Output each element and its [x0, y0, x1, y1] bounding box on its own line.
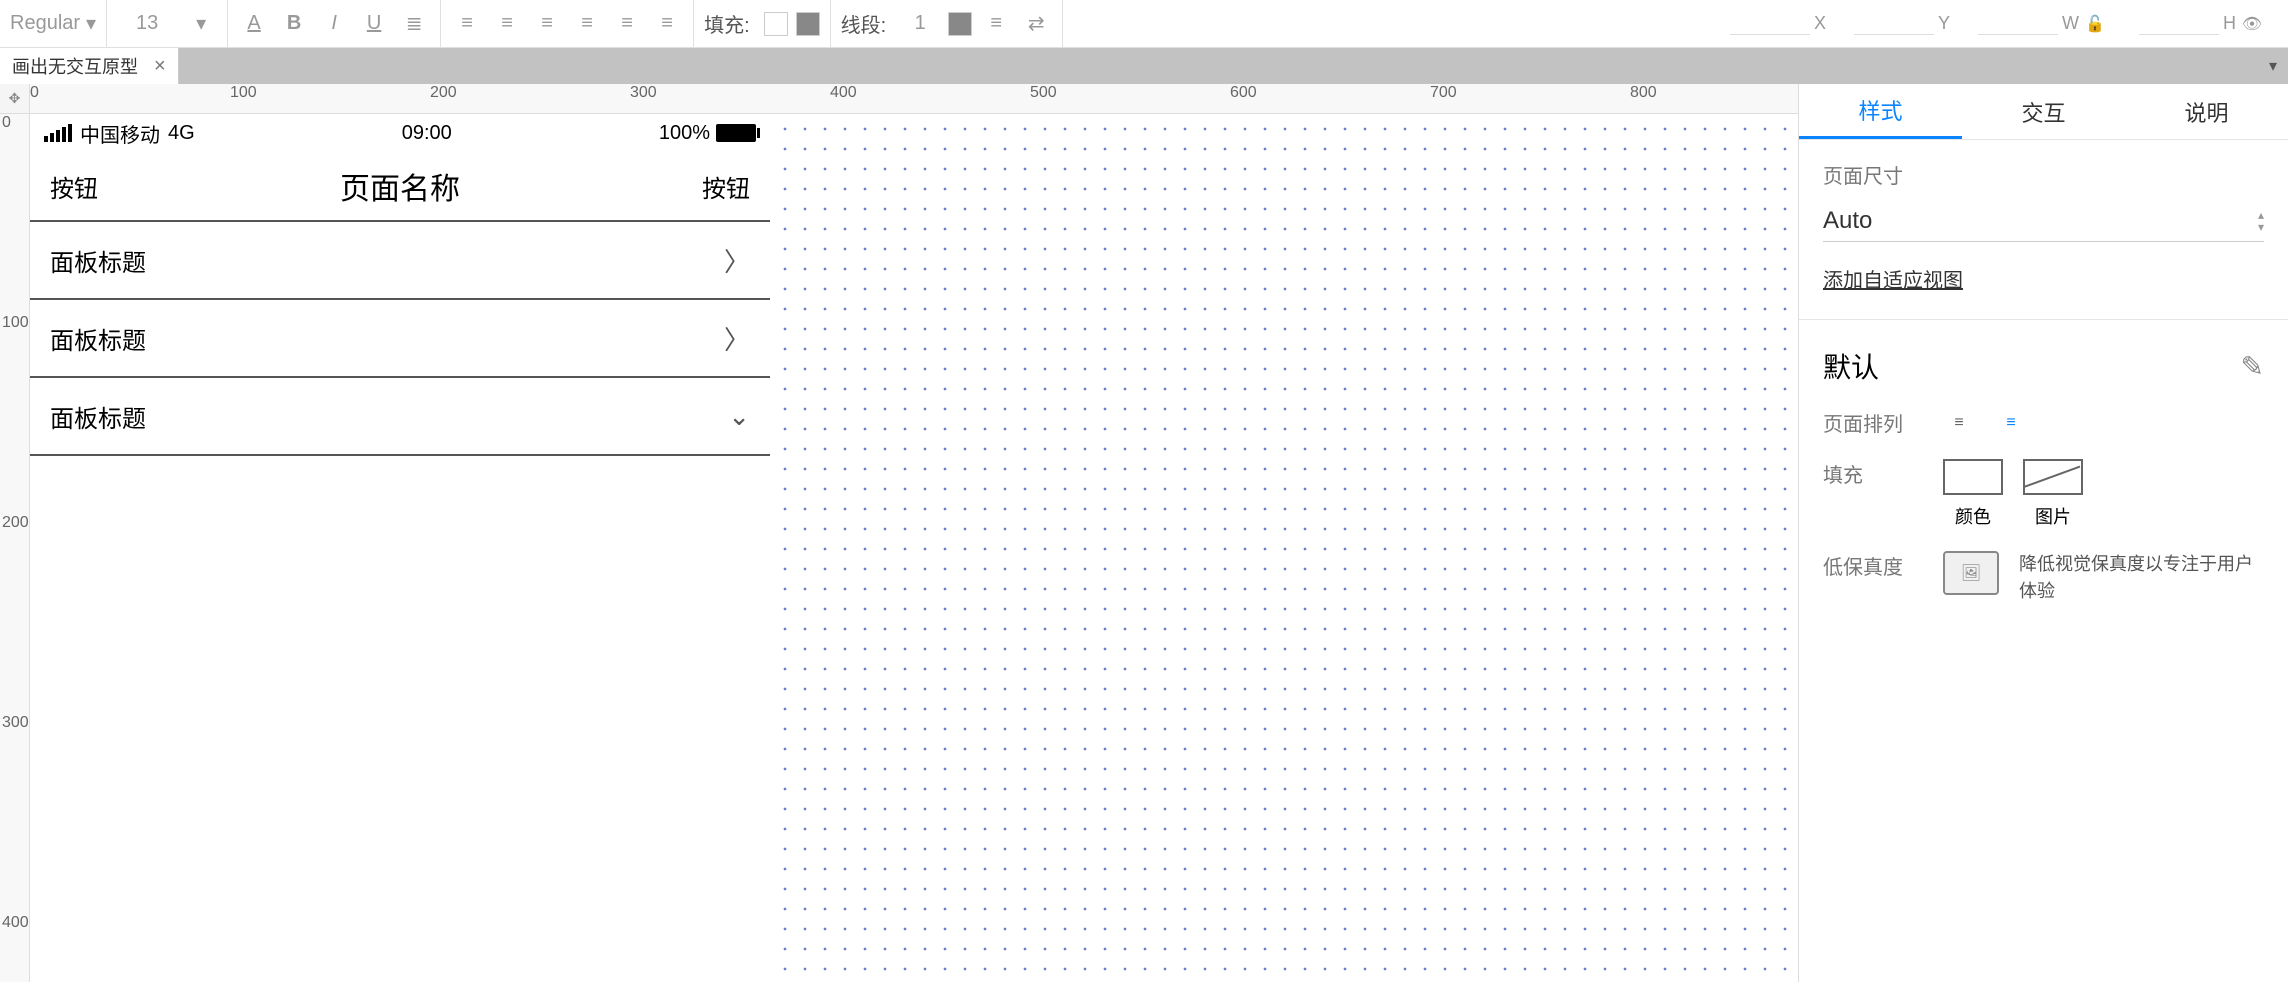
pos-x-label: X [1814, 13, 1826, 34]
canvas-area[interactable]: ✥ 0100200300400500600700800 010020030040… [0, 84, 1798, 982]
edit-icon[interactable]: ✎ [2241, 350, 2264, 383]
grid-dots [770, 114, 1798, 982]
line-color-swatch[interactable] [948, 12, 972, 36]
signal-icon [44, 124, 72, 142]
fill-color-swatch[interactable] [796, 12, 820, 36]
font-style-value: Regular [10, 12, 80, 35]
panel-row[interactable]: 面板标题 〉 [30, 222, 770, 300]
tabs-dropdown-icon[interactable]: ▾ [2258, 48, 2288, 84]
ruler-horizontal[interactable]: 0100200300400500600700800 [30, 84, 1798, 114]
pos-y-label: Y [1938, 13, 1950, 34]
carrier-label: 中国移动 [80, 119, 160, 148]
pos-w-input[interactable] [1978, 13, 2058, 35]
align-center-icon[interactable]: ≡ [491, 8, 523, 40]
pos-h-label: H [2223, 13, 2236, 34]
nav-right-button[interactable]: 按钮 [702, 169, 750, 204]
text-color-icon[interactable]: A [238, 8, 270, 40]
dropdown-icon: ▾ [86, 11, 96, 36]
dropdown-icon[interactable]: ▾ [185, 8, 217, 40]
close-icon[interactable]: × [154, 55, 166, 78]
inspector-tabs: 样式 交互 说明 [1799, 84, 2288, 140]
tab-style[interactable]: 样式 [1799, 84, 1962, 139]
underline-icon[interactable]: U [358, 8, 390, 40]
nav-left-button[interactable]: 按钮 [50, 169, 98, 204]
fill-section-label: 填充 [1823, 459, 1923, 488]
page-size-value: Auto [1823, 207, 1872, 235]
format-toolbar: Regular ▾ ▾ A B I U ≣ ≡ ≡ ≡ ≡ ≡ ≡ 填充: 线段… [0, 0, 2288, 48]
battery-icon [716, 124, 756, 142]
status-bar: 中国移动 4G 09:00 100% [30, 114, 770, 152]
align-page-left-icon[interactable]: ≡ [1995, 409, 2027, 437]
panel-title: 面板标题 [50, 321, 146, 356]
nav-bar: 按钮 页面名称 按钮 [30, 152, 770, 222]
panel-title: 面板标题 [50, 243, 146, 278]
font-size-input[interactable] [117, 12, 177, 35]
pos-w-label: W [2062, 13, 2079, 34]
line-width-input[interactable] [900, 12, 940, 35]
network-label: 4G [168, 122, 195, 145]
font-style-select[interactable]: Regular ▾ [10, 11, 96, 36]
pos-h-input[interactable] [2139, 13, 2219, 35]
fill-none-swatch[interactable] [764, 12, 788, 36]
panel-row[interactable]: 面板标题 ⌄ [30, 378, 770, 456]
page-size-label: 页面尺寸 [1823, 160, 2264, 189]
align-bottom-icon[interactable]: ≡ [651, 8, 683, 40]
tab-label: 画出无交互原型 [12, 53, 138, 79]
panel-row[interactable]: 面板标题 〉 [30, 300, 770, 378]
default-heading: 默认 ✎ [1823, 346, 2264, 386]
stepper-icon: ▴▾ [2258, 209, 2264, 233]
line-arrow-icon[interactable]: ⇄ [1020, 8, 1052, 40]
battery-pct: 100% [659, 122, 710, 145]
align-page-center-icon[interactable]: ≡ [1943, 409, 1975, 437]
pos-x-input[interactable] [1730, 13, 1810, 35]
page-title: 页面名称 [340, 164, 460, 208]
align-top-icon[interactable]: ≡ [571, 8, 603, 40]
page-tab-active[interactable]: 画出无交互原型 × [0, 48, 179, 84]
lock-icon[interactable]: 🔓 [2079, 8, 2111, 40]
align-right-icon[interactable]: ≡ [531, 8, 563, 40]
lofi-description: 降低视觉保真度以专注于用户体验 [2019, 551, 2264, 605]
align-left-icon[interactable]: ≡ [451, 8, 483, 40]
chevron-right-icon: 〉 [724, 320, 750, 357]
line-style-icon[interactable]: ≡ [980, 8, 1012, 40]
page-tabs: 画出无交互原型 × ▾ [0, 48, 2288, 84]
page-size-select[interactable]: Auto ▴▾ [1823, 201, 2264, 242]
chevron-down-icon: ⌄ [728, 401, 750, 432]
page-align-label: 页面排列 [1823, 408, 1923, 437]
lofi-image-icon[interactable]: 🖼 [1943, 551, 1999, 595]
bold-icon[interactable]: B [278, 8, 310, 40]
ruler-origin-icon[interactable]: ✥ [0, 84, 30, 114]
fill-image-option[interactable]: 图片 [2023, 459, 2083, 529]
canvas[interactable]: 中国移动 4G 09:00 100% 按钮 页面名称 按钮 面板标题〉面板标题〉… [30, 114, 1798, 982]
add-adaptive-link[interactable]: 添加自适应视图 [1823, 264, 1963, 293]
italic-icon[interactable]: I [318, 8, 350, 40]
bullet-list-icon[interactable]: ≣ [398, 8, 430, 40]
chevron-right-icon: 〉 [724, 242, 750, 279]
inspector-panel: 样式 交互 说明 页面尺寸 Auto ▴▾ 添加自适应视图 默认 ✎ 页面排列 … [1798, 84, 2288, 982]
panel-title: 面板标题 [50, 399, 146, 434]
visibility-icon[interactable]: 👁 [2236, 8, 2268, 40]
pos-y-input[interactable] [1854, 13, 1934, 35]
fill-color-option[interactable]: 颜色 [1943, 459, 2003, 529]
tab-notes[interactable]: 说明 [2125, 84, 2288, 139]
ruler-vertical[interactable]: 0100200300400 [0, 114, 30, 982]
fill-label: 填充: [704, 9, 750, 38]
lofi-label: 低保真度 [1823, 551, 1923, 580]
phone-mockup[interactable]: 中国移动 4G 09:00 100% 按钮 页面名称 按钮 面板标题〉面板标题〉… [30, 114, 770, 456]
time-label: 09:00 [402, 122, 452, 145]
tab-interactions[interactable]: 交互 [1962, 84, 2125, 139]
line-label: 线段: [841, 9, 887, 38]
align-middle-icon[interactable]: ≡ [611, 8, 643, 40]
